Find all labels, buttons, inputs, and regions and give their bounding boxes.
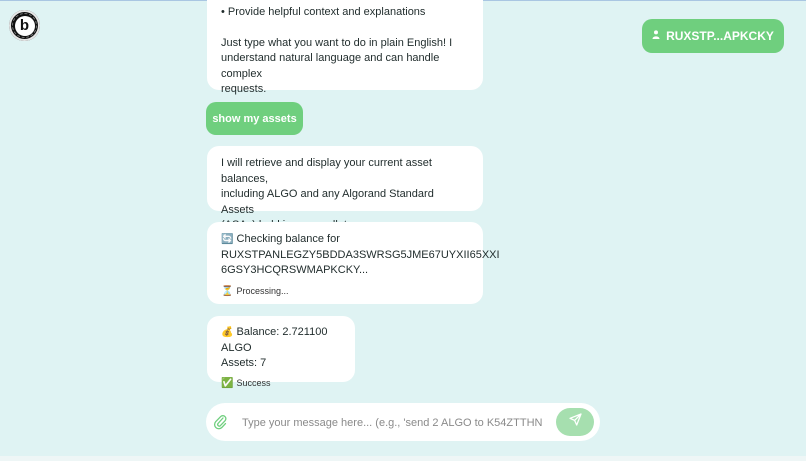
user-icon xyxy=(652,30,660,42)
assistant-message-help: • Provide helpful context and explanatio… xyxy=(207,0,483,95)
checking-address-line: RUXSTPANLEGZY5BDDA3SWRSG5JME67UYXII65XXI xyxy=(221,248,500,261)
send-button[interactable] xyxy=(556,408,594,436)
wallet-address-label: RUXSTP...APKCKY xyxy=(666,29,774,43)
status-text: Success xyxy=(236,377,271,388)
hourglass-icon: ⏳ xyxy=(221,285,234,297)
app-logo[interactable]: b xyxy=(9,10,40,41)
refresh-icon: 🔄 xyxy=(221,234,234,245)
retrieve-line: I will retrieve and display your current… xyxy=(221,157,432,185)
retrieve-line: including ALGO and any Algorand Standard… xyxy=(221,188,434,216)
assistant-message-checking: 🔄 Checking balance for RUXSTPANLEGZY5BDD… xyxy=(207,222,500,304)
checking-line: Checking balance for xyxy=(236,233,340,245)
user-message: show my assets xyxy=(206,102,303,135)
help-paragraph-line: requests. xyxy=(221,83,267,95)
help-paragraph-line: understand natural language and can hand… xyxy=(221,52,440,80)
message-composer xyxy=(206,403,600,441)
paperclip-icon[interactable] xyxy=(213,414,227,430)
assistant-message-retrieve: I will retrieve and display your current… xyxy=(207,146,483,231)
message-input[interactable] xyxy=(240,411,544,435)
status-text: Processing... xyxy=(236,285,289,296)
balance-line: Balance: 2.721100 ALGO xyxy=(221,326,328,354)
footer-strip xyxy=(0,456,806,461)
send-icon xyxy=(568,413,582,431)
logo-letter: b xyxy=(14,15,35,36)
assistant-message-balance: 💰 Balance: 2.721100 ALGO Assets: 7 ✅ Suc… xyxy=(207,316,355,389)
check-icon: ✅ xyxy=(221,377,234,389)
money-bag-icon: 💰 xyxy=(221,327,234,338)
help-paragraph-line: Just type what you want to do in plain E… xyxy=(221,36,453,49)
user-message-text: show my assets xyxy=(212,112,297,125)
help-bullet-line: • Provide helpful context and explanatio… xyxy=(221,6,426,18)
wallet-address-button[interactable]: RUXSTP...APKCKY xyxy=(642,19,784,53)
assets-line: Assets: 7 xyxy=(221,357,267,369)
checking-address-line: 6GSY3HCQRSWMAPKCKY... xyxy=(221,264,369,276)
